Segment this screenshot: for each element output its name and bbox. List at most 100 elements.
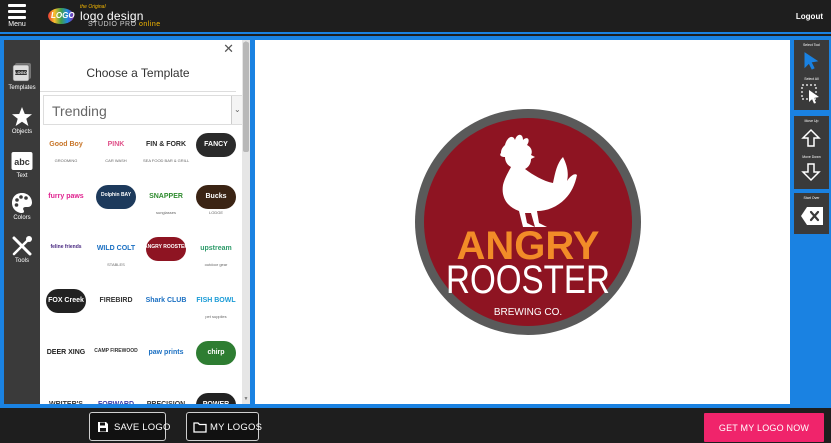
template-thumbnail[interactable]: FANCY xyxy=(193,129,239,175)
template-tagline: GROOMING xyxy=(54,158,78,163)
template-name: WRITER'S xyxy=(43,401,89,404)
panel-scrollbar[interactable]: ▲ ▼ xyxy=(242,40,250,404)
rail-item-objects[interactable]: Objects xyxy=(4,106,40,135)
rail-item-colors[interactable]: Colors xyxy=(4,192,40,221)
template-thumbnail[interactable]: Dolphin BAY xyxy=(93,181,139,227)
template-thumbnail[interactable]: FORWARD xyxy=(93,389,139,404)
template-thumbnail[interactable]: FIREBIRD xyxy=(93,285,139,331)
template-name: Bucks xyxy=(205,193,227,200)
arrow-up-icon xyxy=(801,128,821,147)
template-thumbnail[interactable]: FIN & FORK SEA FOOD BAR & GRILL xyxy=(143,129,189,175)
template-thumbnail[interactable]: WILD COLT STABLES xyxy=(93,233,139,279)
my-logos-label: MY LOGOS xyxy=(210,422,263,433)
my-logos-button[interactable]: MY LOGOS xyxy=(186,412,263,441)
template-name: SNAPPER xyxy=(149,193,183,200)
template-tagline: LODGE xyxy=(208,210,223,215)
template-tagline: CAR WASH xyxy=(105,158,127,163)
move-down-button[interactable]: Move Down xyxy=(794,152,829,189)
category-select[interactable]: Trending ⌄ xyxy=(43,95,243,125)
template-thumbnail[interactable]: ANGRY ROOSTER xyxy=(143,233,189,279)
select-tool-button[interactable]: Select Tool xyxy=(794,40,829,74)
save-logo-button[interactable]: SAVE LOGO xyxy=(89,412,170,441)
get-my-logo-now-button[interactable]: GET MY LOGO NOW xyxy=(704,413,824,442)
template-name: FORWARD xyxy=(93,401,139,404)
dropdown-toggle[interactable]: ⌄ xyxy=(231,96,242,124)
template-thumbnail[interactable]: DEER XING xyxy=(43,337,89,383)
brand-mark-icon: LOGO xyxy=(48,8,75,24)
rail-item-templates[interactable]: LOGO Templates xyxy=(4,62,40,91)
template-name: PRECISION xyxy=(143,401,189,404)
rail-label-templates: Templates xyxy=(8,85,36,91)
template-thumbnail[interactable]: Good Boy GROOMING xyxy=(43,129,89,175)
menu-button[interactable]: Menu xyxy=(4,2,30,32)
template-thumbnail[interactable]: FISH BOWL pet supplies xyxy=(193,285,239,331)
logo-line-rooster: ROOSTER xyxy=(446,258,610,302)
rail-label-text: Text xyxy=(16,173,28,179)
angry-rooster-logo[interactable]: ANGRY ROOSTER BREWING CO. xyxy=(415,109,641,335)
template-name: FISH BOWL xyxy=(196,297,236,304)
template-name: CAMP FIREWOOD xyxy=(94,348,138,354)
backspace-clear-icon xyxy=(801,207,823,225)
template-thumbnail[interactable]: PINK CAR WASH xyxy=(93,129,139,175)
template-panel: ✕ Choose a Template Trending ⌄ Good Boy G… xyxy=(40,40,250,404)
template-grid: Good Boy GROOMING PINK CAR WASH FIN & FORK SE… xyxy=(40,129,240,404)
logout-link[interactable]: Logout xyxy=(796,12,823,21)
template-thumbnail[interactable]: furry paws xyxy=(43,181,89,227)
template-name: furry paws xyxy=(48,193,84,200)
scrollbar-thumb[interactable] xyxy=(243,42,249,152)
template-name: POWER xyxy=(193,401,239,404)
menu-label: Menu xyxy=(8,21,26,28)
template-name: ANGRY ROOSTER xyxy=(144,244,188,250)
rail-label-objects: Objects xyxy=(11,129,33,135)
template-thumbnail[interactable]: PRECISION xyxy=(143,389,189,404)
template-name: paw prints xyxy=(148,349,184,356)
move-down-label: Move Down xyxy=(802,155,821,159)
select-all-button[interactable]: Select All xyxy=(794,74,829,110)
template-thumbnail[interactable]: paw prints xyxy=(143,337,189,383)
rail-label-tools: Tools xyxy=(14,258,29,264)
template-tagline: outdoor gear xyxy=(204,262,228,267)
palette-icon xyxy=(12,193,32,213)
start-over-button[interactable]: Start Over xyxy=(794,193,829,234)
start-over-label: Start Over xyxy=(803,196,820,200)
category-value: Trending xyxy=(52,103,107,119)
template-name: FOX Creek xyxy=(48,297,84,304)
close-icon[interactable]: ✕ xyxy=(223,41,234,57)
panel-title: Choose a Template xyxy=(86,66,190,80)
template-thumbnail[interactable]: POWER xyxy=(193,389,239,404)
template-thumbnail[interactable]: Bucks LODGE xyxy=(193,181,239,227)
template-name: FIREBIRD xyxy=(99,297,133,304)
template-thumbnail[interactable]: chirp xyxy=(193,337,239,383)
star-icon xyxy=(12,107,32,126)
panel-divider xyxy=(40,91,236,92)
cursor-arrow-icon xyxy=(804,52,819,70)
template-name: upstream xyxy=(200,245,232,252)
template-thumbnail[interactable]: CAMP FIREWOOD xyxy=(93,337,139,383)
template-tagline: STABLES xyxy=(107,262,125,267)
template-tagline: pet supplies xyxy=(205,314,227,319)
template-thumbnail[interactable]: feline friends xyxy=(43,233,89,279)
get-my-logo-now-label: GET MY LOGO NOW xyxy=(718,423,810,433)
template-thumbnail[interactable]: SNAPPER sunglasses xyxy=(143,181,189,227)
template-name: Good Boy xyxy=(49,141,83,148)
rail-item-text[interactable]: abc Text xyxy=(4,150,40,179)
template-name: Dolphin BAY xyxy=(100,192,132,198)
template-thumbnail[interactable]: WRITER'S xyxy=(43,389,89,404)
select-all-icon xyxy=(801,84,819,104)
template-thumbnail[interactable]: Shark CLUB xyxy=(143,285,189,331)
arrow-down-icon xyxy=(801,163,821,182)
template-name: chirp xyxy=(207,349,225,356)
tool-rail: LOGO Templates Objects abc Text Colors T… xyxy=(4,40,40,404)
footer-bar: SAVE LOGO MY LOGOS GET MY LOGO NOW xyxy=(0,408,831,443)
selection-toolbar: Select Tool Select All xyxy=(794,40,829,110)
rail-item-tools[interactable]: Tools xyxy=(4,235,40,264)
template-thumbnail[interactable]: FOX Creek xyxy=(43,285,89,331)
template-thumbnail[interactable]: upstream outdoor gear xyxy=(193,233,239,279)
tools-icon xyxy=(12,236,32,256)
move-up-button[interactable]: Move Up xyxy=(794,116,829,152)
svg-text:abc: abc xyxy=(14,157,30,167)
scroll-down-icon[interactable]: ▼ xyxy=(242,396,250,402)
save-logo-label: SAVE LOGO xyxy=(114,422,171,433)
template-tagline: sunglasses xyxy=(155,210,176,215)
design-canvas[interactable]: ANGRY ROOSTER BREWING CO. xyxy=(255,40,790,404)
